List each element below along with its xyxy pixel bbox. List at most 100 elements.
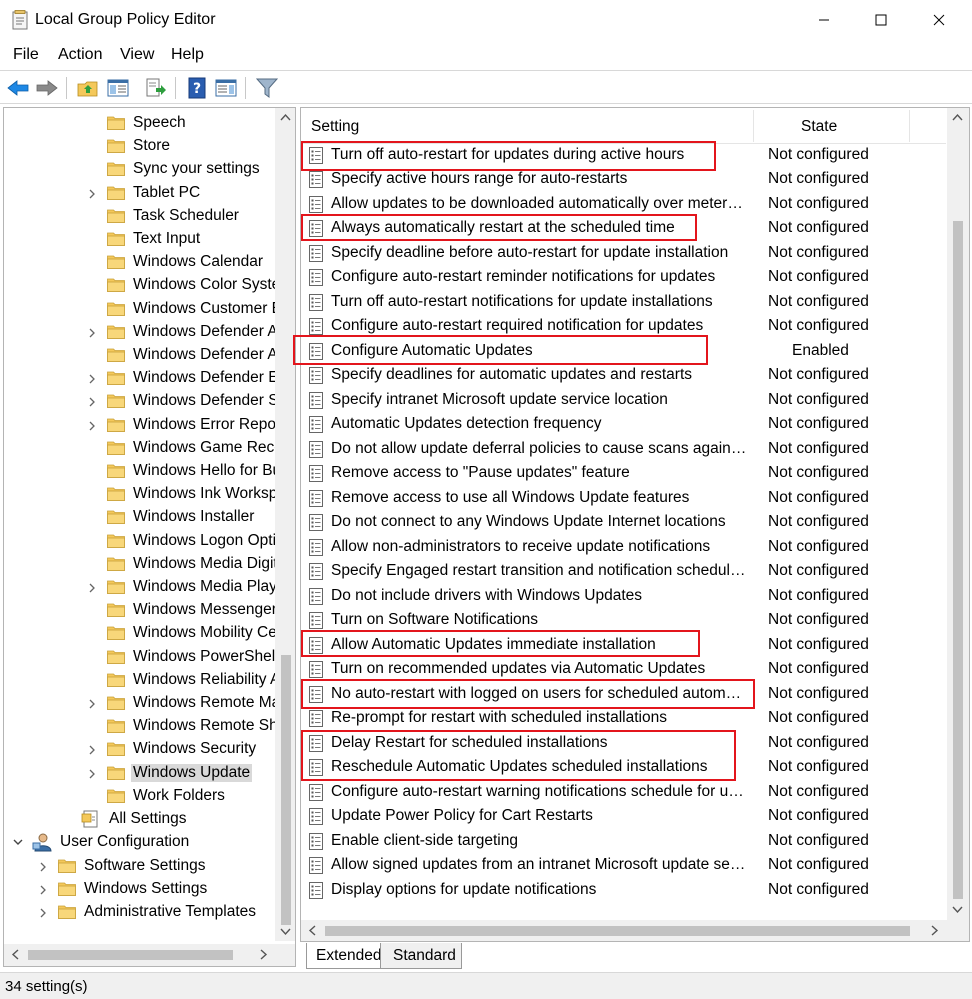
scroll-left-icon[interactable] [11, 949, 19, 960]
tree-item[interactable]: Windows Mobility Ce [4, 622, 277, 645]
chevron-right-icon[interactable] [86, 372, 98, 384]
column-divider[interactable] [909, 110, 910, 142]
menu-help[interactable]: Help [171, 46, 204, 64]
forward-button[interactable] [35, 76, 59, 100]
maximize-button[interactable] [852, 0, 910, 40]
table-row[interactable]: Specify Engaged restart transition and n… [301, 559, 946, 583]
table-row[interactable]: Turn on recommended updates via Automati… [301, 657, 946, 681]
table-row[interactable]: Allow Automatic Updates immediate instal… [301, 633, 946, 657]
table-row[interactable]: Display options for update notifications… [301, 878, 946, 902]
table-row[interactable]: Allow signed updates from an intranet Mi… [301, 853, 946, 877]
tree-vertical-scroll-thumb[interactable] [281, 655, 291, 925]
tree-horizontal-scroll-thumb[interactable] [28, 950, 233, 960]
tree-item[interactable]: Speech [4, 112, 274, 135]
tree-item[interactable]: Windows Calendar [4, 251, 274, 274]
tree-item[interactable]: Windows Game Reco [4, 437, 283, 460]
tree-vertical-scrollbar[interactable] [275, 108, 295, 941]
chevron-right-icon[interactable] [37, 860, 49, 872]
tab-extended[interactable]: Extended [306, 943, 382, 969]
table-row[interactable]: Delay Restart for scheduled installation… [301, 731, 946, 755]
column-header-state[interactable]: State [801, 118, 837, 136]
tree-item[interactable]: Windows Error Repor [4, 414, 281, 437]
tree-item[interactable]: Windows Update [4, 762, 274, 785]
tree-item[interactable]: Windows Reliability A [4, 669, 280, 692]
help-button[interactable]: ? [185, 76, 209, 100]
table-row[interactable]: Always automatically restart at the sche… [301, 216, 946, 240]
tree-item[interactable]: Task Scheduler [4, 205, 274, 228]
table-row[interactable]: Remove access to use all Windows Update … [301, 486, 946, 510]
table-row[interactable]: Configure auto-restart required notifica… [301, 314, 946, 338]
chevron-right-icon[interactable] [86, 326, 98, 338]
scroll-up-icon[interactable] [280, 113, 291, 121]
properties-pane-button[interactable] [214, 76, 238, 100]
tree-item-user-configuration[interactable]: User Configuration [4, 831, 274, 854]
chevron-right-icon[interactable] [86, 767, 98, 779]
table-row[interactable]: Turn off auto-restart notifications for … [301, 290, 946, 314]
chevron-right-icon[interactable] [86, 581, 98, 593]
tree-item[interactable]: Windows Messenger [4, 599, 277, 622]
tree-item[interactable]: Windows Defender A [4, 321, 278, 344]
up-level-button[interactable] [76, 76, 100, 100]
list-horizontal-scroll-thumb[interactable] [325, 926, 910, 936]
table-row[interactable]: Do not allow update deferral policies to… [301, 437, 946, 461]
table-row[interactable]: Turn off auto-restart for updates during… [301, 143, 946, 167]
filter-button[interactable] [255, 76, 279, 100]
table-row[interactable]: Automatic Updates detection frequency Not… [301, 412, 946, 436]
minimize-button[interactable] [795, 0, 853, 40]
column-header-setting[interactable]: Setting [311, 118, 359, 136]
table-row[interactable]: Allow non-administrators to receive upda… [301, 535, 946, 559]
scroll-down-icon[interactable] [280, 928, 291, 936]
tree-item[interactable]: Windows Defender Ex [4, 367, 286, 390]
list-vertical-scroll-thumb[interactable] [953, 221, 963, 899]
tree-item[interactable]: Windows Logon Opti [4, 530, 276, 553]
chevron-right-icon[interactable] [86, 187, 98, 199]
table-row[interactable]: Specify active hours range for auto-rest… [301, 167, 946, 191]
tree-item[interactable]: Windows Hello for Bu [4, 460, 281, 483]
table-row[interactable]: Do not include drivers with Windows Upda… [301, 584, 946, 608]
column-divider[interactable] [753, 110, 754, 142]
tree-item[interactable]: Windows Settings [4, 878, 274, 901]
table-row[interactable]: Update Power Policy for Cart Restarts Not… [301, 804, 946, 828]
table-row[interactable]: Re-prompt for restart with scheduled ins… [301, 706, 946, 730]
table-row[interactable]: Turn on Software Notifications Not config… [301, 608, 946, 632]
tree-item[interactable]: Windows Customer E [4, 298, 282, 321]
tree-item[interactable]: Windows Ink Worksp [4, 483, 277, 506]
tree-item[interactable]: Windows Color Syste [4, 274, 280, 297]
tree-item[interactable]: Windows Media Digit [4, 553, 278, 576]
tree-item[interactable]: Windows Installer [4, 506, 274, 529]
tree-item[interactable]: Windows Media Playe [4, 576, 285, 599]
list-vertical-scrollbar[interactable] [947, 108, 969, 920]
tree-item-all-settings[interactable]: All Settings [4, 808, 274, 831]
tree-item[interactable]: Windows Security [4, 738, 274, 761]
tree-item[interactable]: Windows PowerShell [4, 646, 279, 669]
scroll-right-icon[interactable] [260, 949, 268, 960]
table-row[interactable]: Specify intranet Microsoft update servic… [301, 388, 946, 412]
list-horizontal-scrollbar[interactable] [301, 920, 947, 941]
table-row[interactable]: No auto-restart with logged on users for… [301, 682, 946, 706]
table-row[interactable]: Configure auto-restart warning notificat… [301, 780, 946, 804]
tree-item[interactable]: Windows Remote Ma [4, 692, 280, 715]
table-row[interactable]: Specify deadline before auto-restart for… [301, 241, 946, 265]
chevron-right-icon[interactable] [86, 419, 98, 431]
show-hide-tree-button[interactable] [106, 76, 130, 100]
tree-item[interactable]: Administrative Templates [4, 901, 274, 924]
tree-item[interactable]: Text Input [4, 228, 274, 251]
scroll-left-icon[interactable] [308, 925, 316, 936]
close-button[interactable] [910, 0, 968, 40]
chevron-right-icon[interactable] [37, 906, 49, 918]
table-row[interactable]: Configure Automatic Updates Enabled [301, 339, 946, 363]
table-row[interactable]: Reschedule Automatic Updates scheduled i… [301, 755, 946, 779]
table-row[interactable]: Allow updates to be downloaded automatic… [301, 192, 946, 216]
chevron-right-icon[interactable] [86, 395, 98, 407]
tab-standard[interactable]: Standard [380, 943, 462, 969]
back-button[interactable] [6, 76, 30, 100]
tree-item[interactable]: Store [4, 135, 274, 158]
table-row[interactable]: Configure auto-restart reminder notifica… [301, 265, 946, 289]
chevron-right-icon[interactable] [37, 883, 49, 895]
tree-item[interactable]: Windows Defender Sr [4, 390, 284, 413]
tree-item[interactable]: Work Folders [4, 785, 274, 808]
menu-action[interactable]: Action [58, 46, 102, 64]
table-row[interactable]: Specify deadlines for automatic updates … [301, 363, 946, 387]
scroll-right-icon[interactable] [931, 925, 939, 936]
chevron-down-icon[interactable] [12, 836, 24, 848]
